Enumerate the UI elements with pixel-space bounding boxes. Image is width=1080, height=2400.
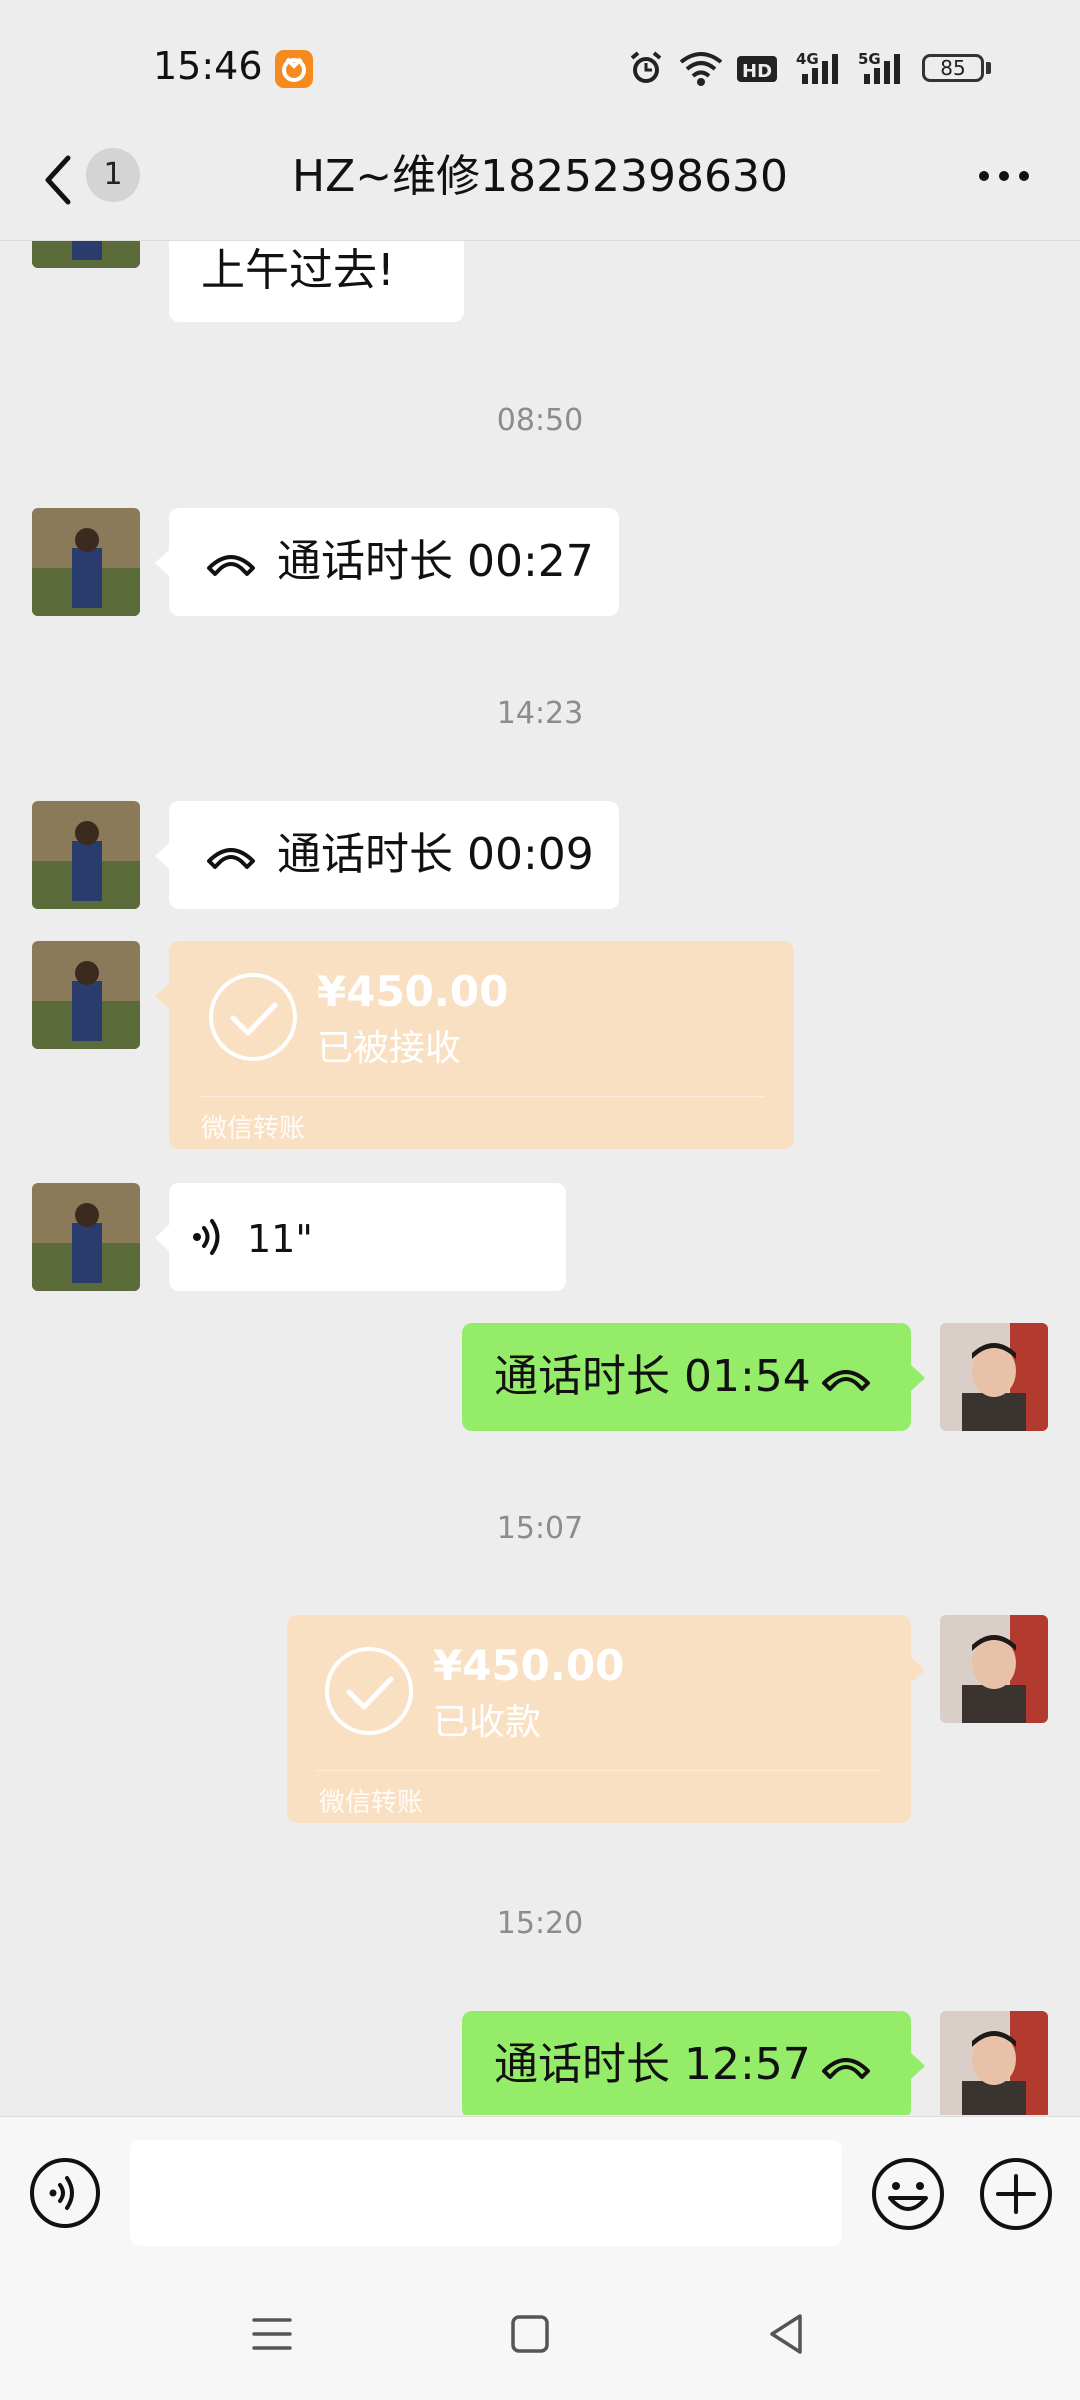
check-circle-icon <box>209 973 297 1061</box>
my-avatar[interactable] <box>940 1615 1048 1723</box>
alarm-icon <box>630 51 662 83</box>
timestamp: 14:23 <box>496 696 584 731</box>
transfer-footer: 微信转账 <box>201 1114 306 1144</box>
chat-title: HZ~维修18252398630 <box>291 151 789 202</box>
signal-5g-icon: 5G <box>858 50 900 84</box>
more-icon[interactable] <box>976 156 1036 196</box>
transfer-divider <box>199 1096 764 1097</box>
emoji-icon[interactable] <box>870 2156 946 2232</box>
battery-icon: 85 <box>922 54 984 82</box>
message-input[interactable] <box>130 2140 842 2246</box>
bubble-tail <box>911 1365 925 1391</box>
voice-message-bubble[interactable]: 11" <box>169 1183 566 1291</box>
message-text: 通话时长 12:57 <box>494 2039 811 2090</box>
my-avatar[interactable] <box>940 1323 1048 1431</box>
wifi-icon <box>679 52 723 86</box>
contact-avatar[interactable] <box>32 241 140 268</box>
contact-avatar[interactable] <box>32 801 140 909</box>
message-bubble[interactable]: 上午过去! <box>169 241 464 322</box>
contact-avatar[interactable] <box>32 508 140 616</box>
call-record-bubble[interactable]: 通话时长 12:57 <box>462 2011 911 2115</box>
menu-icon[interactable] <box>252 2314 292 2354</box>
bubble-tail <box>155 843 169 869</box>
bubble-tail <box>911 2053 925 2079</box>
transfer-status: 已收款 <box>433 1702 542 1743</box>
back-icon[interactable] <box>38 150 78 210</box>
signal-4g-icon: 4G <box>796 50 838 84</box>
phone-hangup-icon <box>822 1370 870 1391</box>
bubble-tail <box>155 1225 169 1251</box>
svg-text:5G: 5G <box>858 50 881 68</box>
svg-text:HD: HD <box>742 61 772 82</box>
transfer-card[interactable]: ¥450.00 已收款 微信转账 <box>287 1615 911 1823</box>
phone-hangup-icon <box>207 555 255 576</box>
transfer-footer: 微信转账 <box>319 1788 424 1818</box>
back-triangle-icon[interactable] <box>766 2312 806 2356</box>
message-text: 上午过去! <box>201 245 395 296</box>
plus-icon[interactable] <box>978 2156 1054 2232</box>
call-record-bubble[interactable]: 通话时长 00:27 <box>169 508 619 616</box>
transfer-amount: ¥450.00 <box>317 967 509 1016</box>
message-text: 通话时长 00:27 <box>277 536 594 587</box>
status-time: 15:46 <box>153 44 263 88</box>
transfer-status: 已被接收 <box>317 1028 462 1069</box>
notification-app-icon <box>275 50 313 88</box>
my-avatar[interactable] <box>940 2011 1048 2115</box>
call-record-bubble[interactable]: 通话时长 01:54 <box>462 1323 911 1431</box>
timestamp: 08:50 <box>496 403 584 438</box>
phone-hangup-icon <box>822 2058 870 2079</box>
transfer-amount: ¥450.00 <box>433 1641 625 1690</box>
message-list[interactable]: 上午过去! 08:50 通话时长 00:27 14:23 通话时长 00:09 <box>0 241 1080 2115</box>
message-text: 通话时长 00:09 <box>277 829 594 880</box>
voice-wave-icon <box>193 1219 220 1255</box>
home-icon[interactable] <box>510 2314 550 2354</box>
battery-tip <box>986 62 991 74</box>
check-circle-icon <box>325 1647 413 1735</box>
svg-text:4G: 4G <box>796 50 819 68</box>
contact-avatar[interactable] <box>32 1183 140 1291</box>
hd-icon: HD <box>737 56 777 82</box>
unread-count-badge[interactable]: 1 <box>86 148 140 202</box>
bubble-tail <box>911 1657 925 1683</box>
transfer-divider <box>317 1770 881 1771</box>
voice-duration: 11" <box>247 1217 313 1261</box>
transfer-card[interactable]: ¥450.00 已被接收 微信转账 <box>169 941 794 1149</box>
bubble-tail <box>155 983 169 1009</box>
phone-hangup-icon <box>207 848 255 869</box>
message-text: 通话时长 01:54 <box>494 1351 811 1402</box>
timestamp: 15:20 <box>496 1906 584 1941</box>
voice-icon[interactable] <box>28 2156 102 2230</box>
contact-avatar[interactable] <box>32 941 140 1049</box>
call-record-bubble[interactable]: 通话时长 00:09 <box>169 801 619 909</box>
timestamp: 15:07 <box>496 1511 584 1546</box>
bubble-tail <box>155 550 169 576</box>
